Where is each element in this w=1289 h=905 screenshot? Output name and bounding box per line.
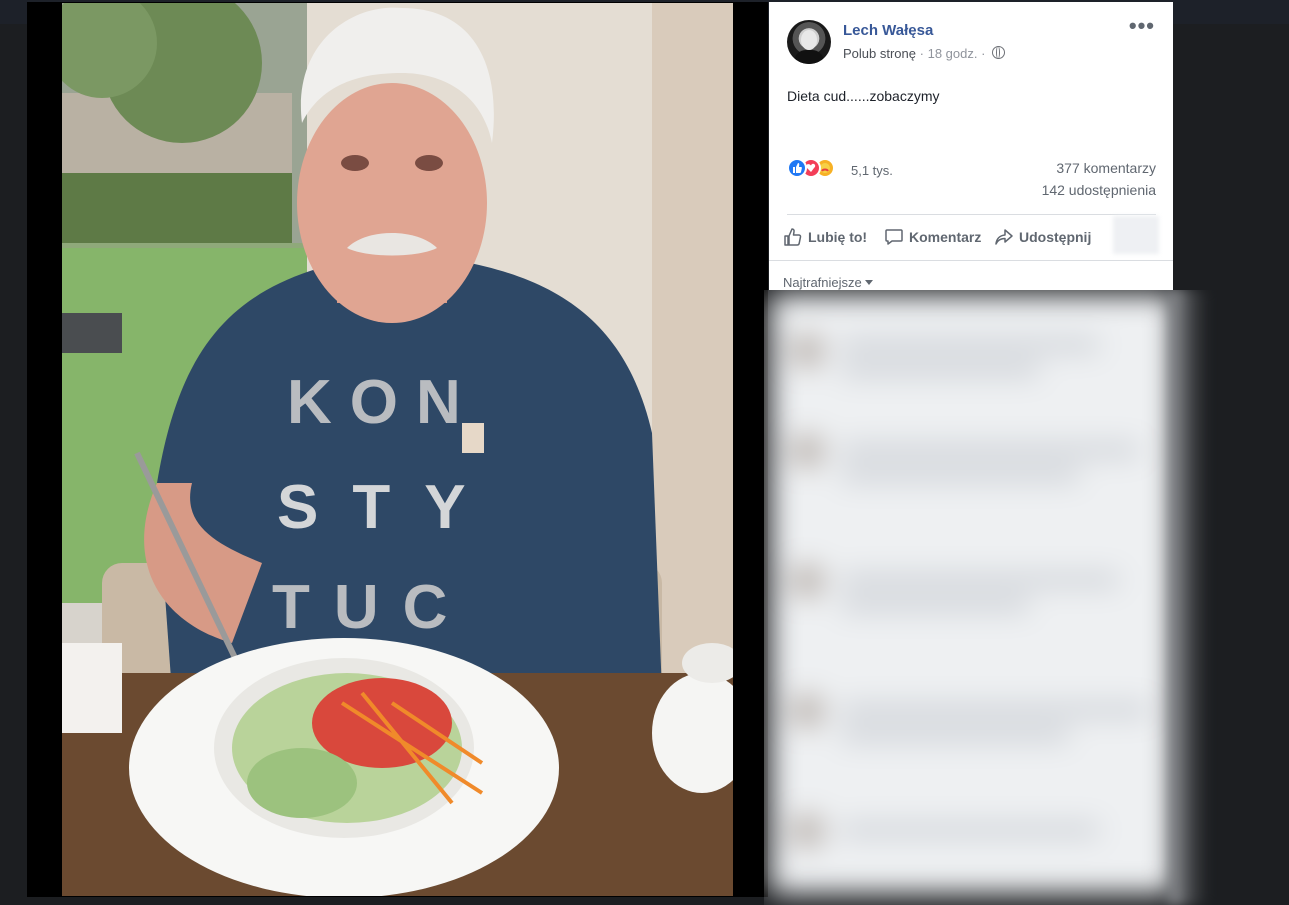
comments-count[interactable]: 377 komentarzy	[1056, 160, 1156, 176]
meta-separator: ·	[919, 46, 924, 61]
blurred-comments	[770, 294, 1175, 894]
meta-separator-2: ·	[981, 46, 986, 61]
shirt-text-line-1: KON	[287, 368, 479, 437]
blurred-edge	[1169, 290, 1209, 905]
divider	[787, 214, 1156, 215]
like-button[interactable]: Lubię to!	[783, 224, 867, 250]
globe-icon	[992, 46, 1006, 59]
comments-sort-label: Najtrafniejsze	[783, 275, 862, 290]
comments-sort-dropdown[interactable]: Najtrafniejsze	[783, 275, 873, 290]
post-text: Dieta cud......zobaczymy	[787, 88, 940, 104]
like-page-link[interactable]: Polub stronę	[843, 46, 916, 61]
share-arrow-icon	[995, 229, 1013, 245]
more-options-icon[interactable]: •••	[1129, 15, 1155, 37]
share-button[interactable]: Udostępnij	[994, 224, 1091, 250]
blurred-share-as-avatar[interactable]	[1113, 216, 1159, 254]
thumbs-up-icon	[784, 228, 802, 246]
avatar-body	[794, 50, 824, 64]
avatar-face	[801, 30, 817, 50]
like-button-label: Lubię to!	[808, 229, 868, 245]
caret-down-icon	[864, 280, 873, 285]
post-photo[interactable]: KON STY TUC	[62, 3, 733, 896]
photo-illustration: KON STY TUC	[62, 3, 733, 896]
divider	[769, 260, 1173, 261]
comment-button-label: Komentarz	[909, 229, 982, 245]
like-reaction-icon	[787, 158, 807, 178]
author-avatar[interactable]	[787, 20, 831, 64]
share-button-label: Udostępnij	[1019, 229, 1092, 245]
comment-bubble-icon	[885, 229, 903, 245]
shirt-text-line-2: STY	[277, 473, 500, 542]
blurred-comments-area	[764, 290, 1218, 905]
comment-button[interactable]: Komentarz	[884, 224, 981, 250]
shares-count[interactable]: 142 udostępnienia	[1042, 182, 1156, 198]
post-time-link[interactable]: 18 godz.	[928, 46, 978, 61]
author-name-link[interactable]: Lech Wałęsa	[843, 22, 933, 39]
reaction-count[interactable]: 5,1 tys.	[851, 163, 893, 178]
post-details-panel: Lech Wałęsa Polub stronę · 18 godz. · ••…	[769, 2, 1173, 290]
post-meta: Polub stronę · 18 godz. ·	[843, 46, 1006, 61]
shirt-text-line-3: TUC	[272, 573, 471, 642]
